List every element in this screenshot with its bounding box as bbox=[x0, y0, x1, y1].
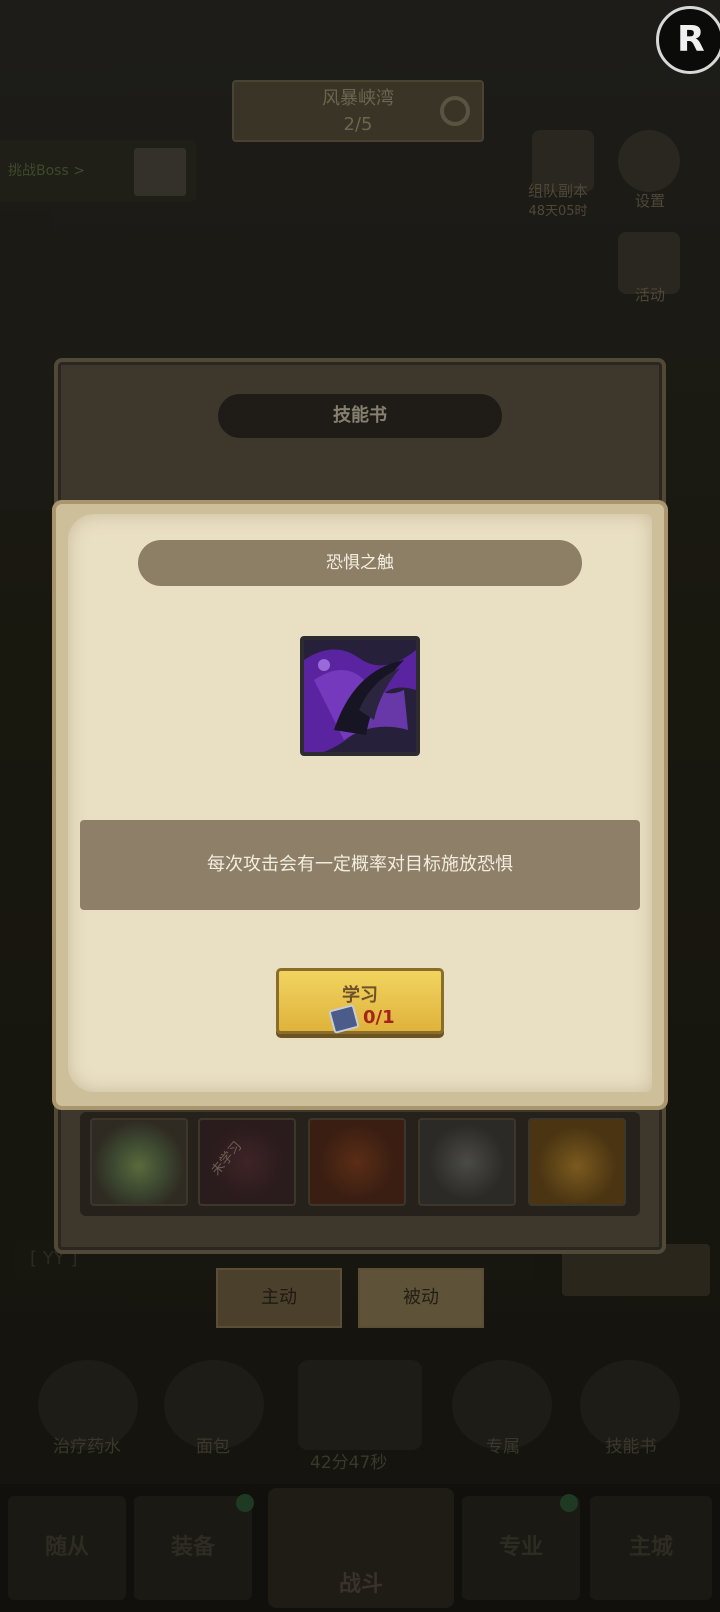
profile-badge-letter: R bbox=[677, 19, 705, 60]
chest-timer: 42分47秒 bbox=[310, 1453, 388, 1473]
gear-icon[interactable] bbox=[618, 130, 680, 192]
nav-profession[interactable]: 专业 bbox=[462, 1496, 580, 1600]
tab-passive[interactable]: 被动 bbox=[358, 1268, 484, 1328]
notification-dot bbox=[560, 1494, 578, 1512]
team-dungeon-label: 组队副本 bbox=[527, 182, 588, 200]
activity-label: 活动 bbox=[634, 286, 665, 304]
left-side-decoration bbox=[0, 210, 52, 510]
team-dungeon-timer: 48天05时 bbox=[528, 204, 588, 219]
skill-icon-frame bbox=[300, 636, 420, 756]
challenge-boss-label: 挑战Boss > bbox=[8, 163, 85, 179]
notification-dot bbox=[236, 1494, 254, 1512]
profile-badge[interactable]: R bbox=[656, 6, 720, 74]
skill-slot-yellow[interactable] bbox=[528, 1118, 626, 1206]
healing-potion-label: 治疗药水 bbox=[53, 1437, 121, 1457]
skill-book-label: 技能书 bbox=[605, 1437, 657, 1457]
skill-book-icon bbox=[328, 1004, 360, 1034]
learn-button-label: 学习 bbox=[342, 985, 378, 1006]
nav-battle-label: 战斗 bbox=[338, 1572, 383, 1597]
learn-button[interactable]: 学习 0/1 bbox=[276, 968, 444, 1034]
learn-cost-count: 0/1 bbox=[363, 1007, 395, 1028]
nav-main-city[interactable]: 主城 bbox=[590, 1496, 712, 1600]
skill-slot-demon[interactable]: 未学习 bbox=[198, 1118, 296, 1206]
refresh-icon[interactable] bbox=[440, 96, 470, 126]
nav-equipment[interactable]: 装备 bbox=[134, 1496, 252, 1600]
exclusive-label: 专属 bbox=[486, 1437, 520, 1457]
fear-touch-icon bbox=[304, 640, 416, 752]
skill-slot-gray[interactable] bbox=[418, 1118, 516, 1206]
skill-name-title: 恐惧之触 bbox=[138, 540, 582, 586]
boss-portrait bbox=[134, 148, 186, 196]
settings-label: 设置 bbox=[634, 192, 665, 210]
nav-followers[interactable]: 随从 bbox=[8, 1496, 126, 1600]
tab-active[interactable]: 主动 bbox=[216, 1268, 342, 1328]
skill-book-title: 技能书 bbox=[218, 394, 502, 438]
nav-battle[interactable]: 战斗 bbox=[268, 1488, 454, 1608]
skill-slot-skull[interactable] bbox=[90, 1118, 188, 1206]
unlearned-tag: 未学习 bbox=[208, 1139, 246, 1179]
skill-slot-fire[interactable] bbox=[308, 1118, 406, 1206]
bread-label: 面包 bbox=[196, 1437, 230, 1457]
chest-icon[interactable] bbox=[298, 1360, 422, 1450]
challenge-boss-button[interactable]: 挑战Boss > bbox=[0, 140, 196, 202]
skill-description: 每次攻击会有一定概率对目标施放恐惧 bbox=[80, 820, 640, 910]
stage-indicator[interactable]: 风暴峡湾 2/5 bbox=[232, 80, 484, 142]
